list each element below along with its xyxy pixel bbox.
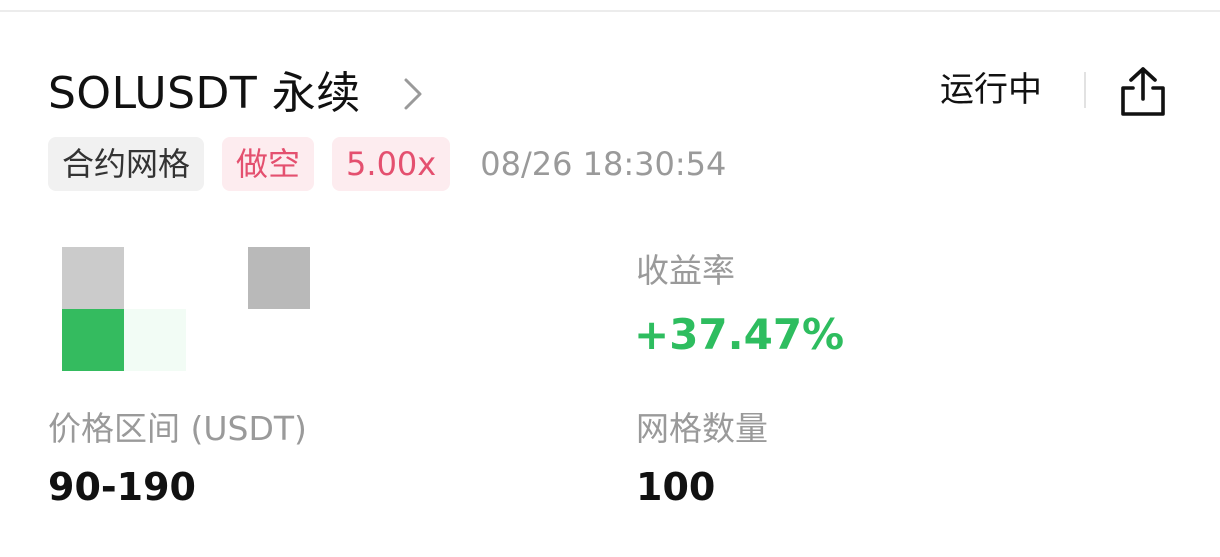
direction-tag: 做空 xyxy=(222,137,315,191)
leverage-tag: 5.00x xyxy=(332,137,451,191)
status-text: 运行中 xyxy=(940,70,1042,110)
redacted-pixel xyxy=(248,247,310,309)
top-divider xyxy=(0,10,1220,12)
title-row[interactable]: SOLUSDT 永续 xyxy=(48,62,435,126)
yield-value: +37.47% xyxy=(634,310,845,359)
redacted-pixel xyxy=(62,309,124,371)
created-timestamp: 08/26 18:30:54 xyxy=(480,145,727,183)
grid-type-tag: 合约网格 xyxy=(48,137,205,191)
yield-label: 收益率 xyxy=(636,251,735,290)
grid-count-value: 100 xyxy=(636,465,716,509)
redacted-block xyxy=(62,247,310,371)
redacted-pixel xyxy=(124,309,186,371)
grid-count-label: 网格数量 xyxy=(636,409,768,448)
price-range-value: 90-190 xyxy=(48,465,196,509)
share-icon[interactable] xyxy=(1118,66,1168,118)
header-divider xyxy=(1084,72,1086,108)
chevron-right-icon[interactable] xyxy=(391,72,435,116)
contract-title[interactable]: SOLUSDT 永续 xyxy=(48,62,361,126)
tags-row: 合约网格 做空 5.00x 08/26 18:30:54 xyxy=(48,137,726,191)
price-range-label: 价格区间 (USDT) xyxy=(48,409,307,448)
redacted-pixel xyxy=(62,247,124,309)
